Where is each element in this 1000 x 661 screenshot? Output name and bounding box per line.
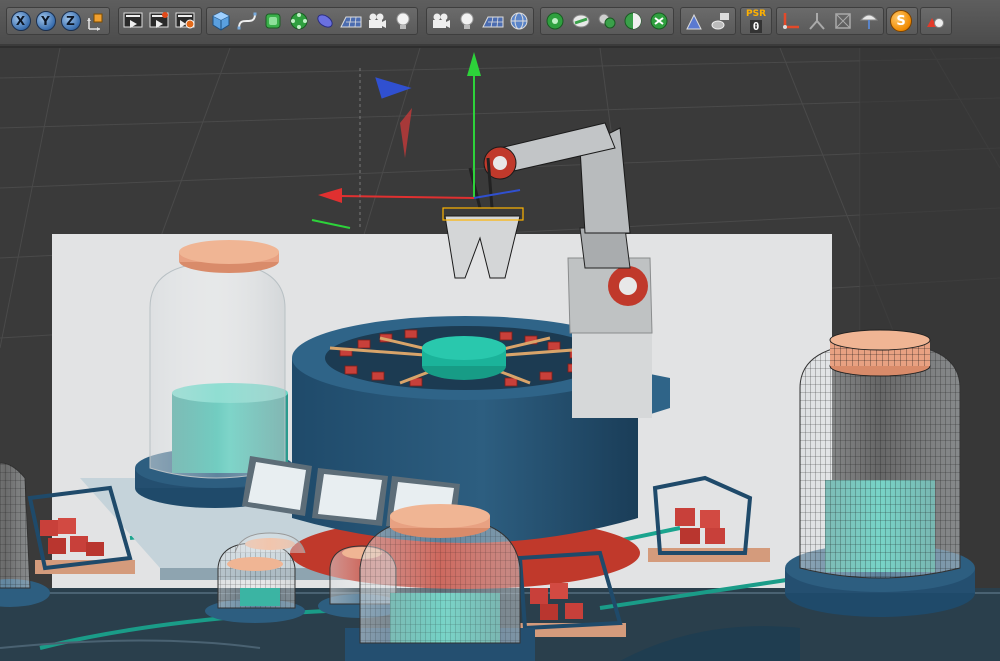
spline-pen-button[interactable] [235,9,259,33]
render-to-picture-viewer-icon [149,12,169,28]
fracture-button[interactable] [569,9,593,33]
sculpt-button[interactable] [683,9,707,33]
floor-icon [340,16,362,28]
camera-button[interactable] [365,9,389,33]
ik-chain-button[interactable] [805,9,829,33]
shader-effector-icon [624,12,642,30]
edit-render-settings-button[interactable] [173,9,197,33]
y-axis-lock-button[interactable]: Y [34,9,57,33]
materials-icon [927,18,944,28]
render-view-button[interactable] [121,9,145,33]
sky-button[interactable] [507,9,531,33]
cube-primitive-icon [212,11,230,31]
matrix-button[interactable] [595,9,619,33]
mesh-check-icon [711,13,729,30]
snap-button[interactable]: S [889,9,913,33]
subdivision-surface-button[interactable] [261,9,285,33]
deformer-button[interactable] [313,9,337,33]
deformer-icon [317,14,333,28]
cloth-button[interactable] [857,9,881,33]
world-coordinate-system-icon [86,13,102,31]
edit-render-settings-icon [175,12,195,29]
skin-button[interactable] [831,9,855,33]
main-toolbar: X Y Z PSR 0 S [0,0,1000,46]
fracture-icon [572,14,590,28]
floor-button[interactable] [339,9,363,33]
scene-floor-button[interactable] [481,9,505,33]
mograph-cloner-button[interactable] [543,9,567,33]
character-group [776,7,884,35]
camera-icon [433,13,450,28]
light-icon [460,12,474,29]
z-axis-lock-button[interactable]: Z [59,9,82,33]
random-effector-icon [650,12,668,30]
joint-icon [783,13,799,29]
snap-group: S [886,7,918,35]
object-creation-group [206,7,418,35]
random-effector-button[interactable] [647,9,671,33]
mograph-cloner-icon [546,12,564,30]
scene-camera-button[interactable] [429,9,453,33]
matrix-icon [598,13,616,29]
cloner-icon [290,12,308,30]
camera-icon [369,13,386,28]
z-axis-lock-icon: Z [60,11,81,31]
x-axis-lock-icon: X [10,11,31,31]
spline-pen-icon [237,12,257,30]
psr-label: PSR [745,9,766,19]
skin-icon [835,13,851,29]
psr-value: 0 [749,20,763,33]
light-button[interactable] [391,9,415,33]
joint-button[interactable] [779,9,803,33]
render-group [118,7,202,35]
right-wireframe-jar [785,329,975,617]
render-view-icon [123,12,143,28]
subdivision-surface-icon [265,13,281,29]
sky-icon [510,12,528,30]
3d-viewport[interactable] [0,48,1000,661]
materials-group [920,7,952,35]
floor-icon [482,16,504,28]
coordinate-system-button[interactable] [84,9,107,33]
shader-effector-button[interactable] [621,9,645,33]
sculpt-icon [686,13,702,30]
snap-icon: S [890,10,912,32]
psr-group: PSR 0 [740,7,772,35]
tools-group [680,7,736,35]
psr-button[interactable]: PSR 0 [743,9,769,33]
cube-button[interactable] [209,9,233,33]
transform-gizmo[interactable] [311,52,521,229]
ik-chain-icon [809,13,825,30]
mograph-group [540,7,674,35]
scene-group [426,7,534,35]
materials-button[interactable] [923,9,947,33]
cloner-button[interactable] [287,9,311,33]
y-axis-lock-icon: Y [35,11,56,31]
axis-lock-group: X Y Z [6,7,110,35]
light-icon [396,12,410,29]
render-to-picture-viewer-button[interactable] [147,9,171,33]
x-axis-lock-button[interactable]: X [9,9,32,33]
cloth-icon [859,14,879,29]
mesh-check-button[interactable] [709,9,733,33]
scene-light-button[interactable] [455,9,479,33]
viewport-scene [0,48,1000,661]
